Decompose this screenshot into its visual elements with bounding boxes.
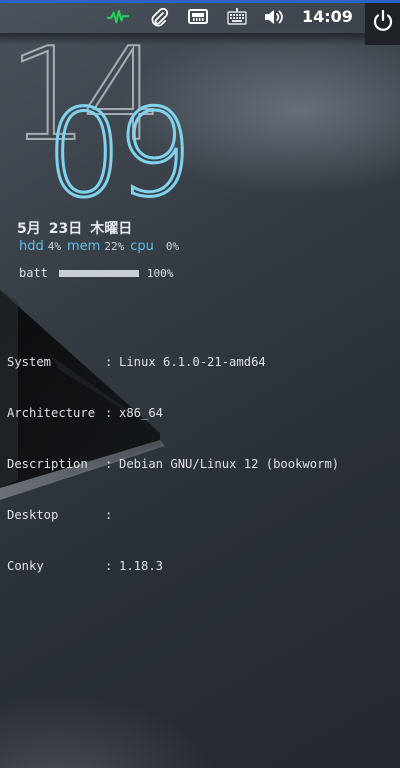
volume-icon[interactable]: [263, 6, 285, 28]
sysinfo-row: Conky: 1.18.3: [7, 558, 339, 575]
power-button[interactable]: [365, 3, 400, 45]
conky-battery: batt 100%: [19, 266, 173, 280]
battery-label: batt: [19, 266, 48, 280]
hdd-value: 4%: [47, 240, 61, 253]
sysinfo-key: Conky: [7, 559, 44, 573]
keyboard-icon[interactable]: [226, 6, 248, 28]
battery-percent: 100%: [146, 266, 174, 280]
sysinfo-row: Description: Debian GNU/Linux 12 (bookwo…: [7, 456, 339, 473]
conky-stats: hdd 4% mem 22% cpu 0%: [19, 239, 185, 254]
conky-minute: 09: [45, 85, 195, 224]
sysinfo-key: Description: [7, 457, 88, 471]
cpu-value: 0%: [165, 240, 180, 253]
mem-label: mem: [67, 239, 101, 254]
sysinfo-key: System: [7, 355, 52, 369]
sysinfo-value: Debian GNU/Linux 12 (bookworm): [119, 457, 340, 471]
battery-bar: [58, 269, 139, 277]
date-weekday: 木曜日: [90, 221, 133, 237]
battery-bar-fill: [58, 269, 139, 277]
sysinfo-key: Architecture: [7, 406, 96, 420]
sysinfo-value: Linux 6.1.0-21-amd64: [119, 355, 266, 369]
date-day: 23日: [48, 221, 83, 237]
mem-value: 22%: [104, 240, 125, 253]
sysinfo-separator: :: [105, 406, 120, 420]
hdd-label: hdd: [19, 239, 44, 254]
sysinfo-row: Architecture: x86_64: [7, 405, 339, 422]
sysinfo-row: System: Linux 6.1.0-21-amd64: [7, 354, 339, 371]
network-icon[interactable]: [187, 6, 209, 28]
sysinfo-key: Desktop: [7, 508, 59, 522]
power-icon: [373, 9, 392, 31]
desktop: 14:09 14 09 5月 23日 木曜日 hdd 4% mem 22% cpu 0% ba…: [0, 0, 400, 768]
sysinfo-separator: :: [105, 559, 120, 573]
cpu-label: cpu: [130, 239, 154, 254]
sysinfo-separator: :: [105, 508, 120, 522]
sysinfo-separator: :: [105, 355, 120, 369]
sysinfo-value: x86_64: [119, 406, 164, 420]
sysinfo-row: Desktop:: [7, 507, 339, 524]
sysinfo-separator: :: [105, 457, 120, 471]
conky-date: 5月 23日 木曜日: [17, 218, 140, 238]
sysinfo-value: 1.18.3: [119, 559, 164, 573]
conky-system-info: System: Linux 6.1.0-21-amd64 Architectur…: [7, 320, 339, 609]
date-month: 5月: [17, 221, 41, 237]
panel-clock[interactable]: 14:09: [302, 6, 353, 28]
